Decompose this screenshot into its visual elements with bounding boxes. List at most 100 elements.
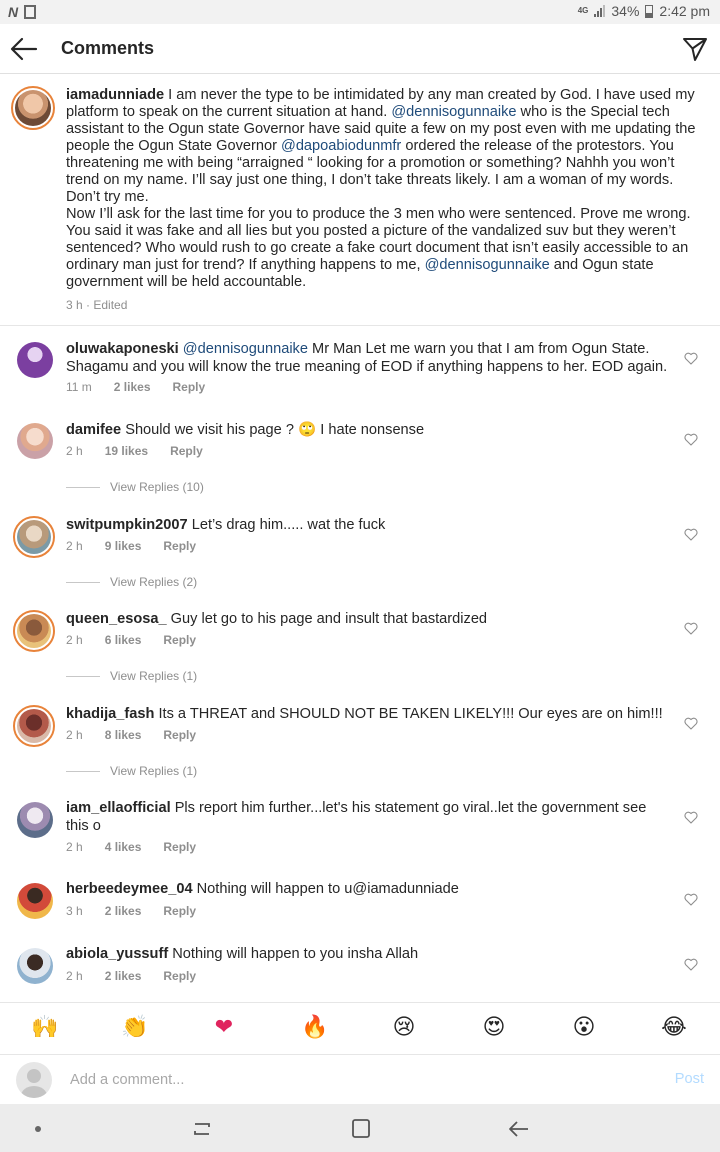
comment-meta: 2 h 8 likes Reply: [66, 728, 196, 742]
view-replies-button[interactable]: View Replies (2): [66, 575, 197, 589]
comment-likes[interactable]: 2 likes: [114, 380, 151, 394]
caption-username[interactable]: iamadunniade: [66, 87, 164, 103]
list-item: switpumpkin2007 Let’s drag him..... wat …: [0, 501, 720, 596]
like-heart-icon[interactable]: [684, 811, 698, 824]
clapping-hands-emoji-icon[interactable]: 👏: [121, 1015, 148, 1041]
comment-composer: Post: [0, 1054, 720, 1104]
caption-text: iamadunniade I am never the type to be i…: [66, 87, 696, 291]
comment-meta: 2 h 2 likes Reply: [66, 969, 196, 983]
nav-dot-icon[interactable]: [35, 1126, 41, 1132]
comment-time: 11 m: [66, 380, 92, 394]
mention-link[interactable]: @dennisogunnaike: [183, 341, 308, 357]
comment-username[interactable]: abiola_yussuff: [66, 946, 168, 962]
view-replies-button[interactable]: View Replies (1): [66, 669, 197, 683]
comment-time: 2 h: [66, 539, 83, 553]
avatar[interactable]: [11, 86, 55, 130]
comment-time: 2 h: [66, 840, 83, 854]
comment-input[interactable]: [70, 1069, 650, 1091]
view-replies-button[interactable]: View Replies (1): [66, 764, 197, 778]
comment-likes[interactable]: 4 likes: [105, 840, 142, 854]
list-item: oluwakaponeski @dennisogunnaike Mr Man L…: [0, 326, 720, 406]
comment-meta: 2 h 4 likes Reply: [66, 840, 196, 854]
avatar[interactable]: [17, 883, 53, 919]
post-button[interactable]: Post: [675, 1071, 704, 1087]
reply-button[interactable]: Reply: [163, 904, 196, 918]
comment-likes[interactable]: 6 likes: [105, 633, 142, 647]
caption-meta: 3 h · Edited: [66, 298, 128, 312]
view-replies-button[interactable]: View Replies (10): [66, 480, 204, 494]
comment-text: abiola_yussuff Nothing will happen to yo…: [66, 945, 670, 963]
avatar[interactable]: [13, 705, 55, 747]
mention-link[interactable]: @dennisogunnaike: [425, 257, 550, 273]
direct-send-icon[interactable]: [682, 36, 708, 62]
mention-link[interactable]: @dennisogunnaike: [391, 104, 516, 120]
avatar[interactable]: [13, 516, 55, 558]
comment-time: 3 h: [66, 904, 83, 918]
comment-username[interactable]: damifee: [66, 422, 121, 438]
recent-apps-icon[interactable]: [190, 1118, 214, 1140]
battery-percent: 34%: [611, 3, 640, 19]
comment-time: 2 h: [66, 444, 83, 458]
avatar[interactable]: [17, 802, 53, 838]
reply-button[interactable]: Reply: [163, 728, 196, 742]
surprised-face-emoji-icon[interactable]: 😮: [571, 1015, 597, 1041]
comment-likes[interactable]: 9 likes: [105, 539, 142, 553]
list-item: damifee Should we visit his page ? 🙄 I h…: [0, 406, 720, 501]
comment-text: switpumpkin2007 Let’s drag him..... wat …: [66, 516, 670, 534]
comment-username[interactable]: oluwakaponeski: [66, 341, 179, 357]
like-heart-icon[interactable]: [684, 352, 698, 365]
avatar[interactable]: [17, 423, 53, 459]
reply-button[interactable]: Reply: [170, 444, 203, 458]
comment-likes[interactable]: 2 likes: [105, 969, 142, 983]
like-heart-icon[interactable]: [684, 433, 698, 446]
like-heart-icon[interactable]: [684, 717, 698, 730]
comment-text: khadija_fash Its a THREAT and SHOULD NOT…: [66, 705, 670, 723]
comment-time: 2 h: [66, 728, 83, 742]
comment-text: queen_esosa_ Guy let go to his page and …: [66, 610, 670, 628]
home-icon[interactable]: [351, 1118, 371, 1140]
view-replies-label: View Replies (1): [110, 669, 198, 683]
back-arrow-icon[interactable]: [10, 36, 38, 62]
avatar[interactable]: [17, 948, 53, 984]
like-heart-icon[interactable]: [684, 958, 698, 971]
crying-face-emoji-icon[interactable]: 😢: [391, 1015, 417, 1041]
comment-body: Guy let go to his page and insult that b…: [166, 611, 488, 627]
like-heart-icon[interactable]: [684, 528, 698, 541]
heart-eyes-emoji-icon[interactable]: 😍: [481, 1015, 507, 1041]
like-heart-icon[interactable]: [684, 893, 698, 906]
reply-button[interactable]: Reply: [173, 380, 206, 394]
list-item: iam_ellaofficial Pls report him further.…: [0, 786, 720, 868]
comment-time: 2 h: [66, 969, 83, 983]
mention-link[interactable]: @dapoabiodunmfr: [281, 138, 401, 154]
comment-username[interactable]: queen_esosa_: [66, 611, 167, 627]
avatar[interactable]: [17, 342, 53, 378]
comment-username[interactable]: herbeedeymee_04: [66, 881, 193, 897]
list-item: queen_esosa_ Guy let go to his page and …: [0, 596, 720, 691]
comment-likes[interactable]: 8 likes: [105, 728, 142, 742]
comment-username[interactable]: switpumpkin2007: [66, 517, 188, 533]
reply-button[interactable]: Reply: [163, 969, 196, 983]
comment-meta: 2 h 19 likes Reply: [66, 444, 203, 458]
tears-of-joy-emoji-icon[interactable]: 😂: [661, 1015, 687, 1041]
system-nav-bar: [0, 1104, 720, 1152]
comment-meta: 11 m 2 likes Reply: [66, 380, 205, 394]
comment-likes[interactable]: 19 likes: [105, 444, 148, 458]
status-notifications: N: [8, 4, 37, 20]
comment-body: Let’s drag him..... wat the fuck: [187, 517, 386, 533]
view-replies-label: View Replies (2): [110, 575, 198, 589]
back-icon[interactable]: [508, 1118, 530, 1140]
comment-likes[interactable]: 2 likes: [105, 904, 142, 918]
clock: 2:42 pm: [659, 3, 710, 19]
reply-button[interactable]: Reply: [163, 539, 196, 553]
reply-button[interactable]: Reply: [163, 633, 196, 647]
fire-emoji-icon[interactable]: 🔥: [301, 1015, 328, 1041]
red-heart-emoji-icon[interactable]: ❤: [211, 1015, 237, 1041]
comment-username[interactable]: khadija_fash: [66, 706, 154, 722]
raising-hands-emoji-icon[interactable]: 🙌: [31, 1015, 58, 1041]
avatar[interactable]: [13, 610, 55, 652]
comment-username[interactable]: iam_ellaofficial: [66, 800, 171, 816]
reply-button[interactable]: Reply: [163, 840, 196, 854]
emoji-quick-bar: 🙌 👏 ❤ 🔥 😢 😍 😮 😂: [0, 1002, 720, 1054]
like-heart-icon[interactable]: [684, 622, 698, 635]
header: Comments: [0, 24, 720, 74]
